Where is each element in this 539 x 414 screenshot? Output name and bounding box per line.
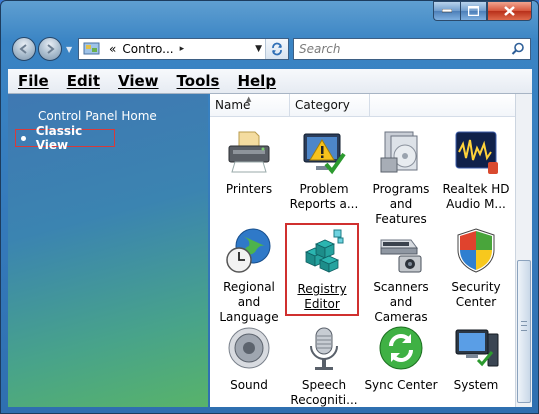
item-registry-editor[interactable]: Registry Editor [285, 223, 359, 316]
arrow-left-icon [19, 44, 27, 54]
column-category[interactable]: Category [290, 94, 370, 116]
items-view: ▲ Name Category Printers Problem Reports… [210, 94, 515, 407]
item-printers[interactable]: Printers [212, 128, 286, 197]
search-box[interactable]: Search [293, 38, 531, 60]
programs-features-icon [380, 131, 418, 173]
close-button[interactable] [487, 1, 532, 21]
column-header: ▲ Name Category [210, 94, 515, 117]
menu-view[interactable]: View [118, 72, 159, 90]
address-dropdown-arrow[interactable]: ▼ [255, 44, 262, 54]
sort-ascending-icon: ▲ [246, 95, 252, 103]
item-label: Printers [225, 182, 273, 196]
address-bar[interactable]: « Contro... ▸ ▼ [78, 38, 289, 60]
item-label: System [453, 378, 499, 392]
item-label: Problem Reports a... [289, 182, 359, 211]
item-system[interactable]: System [439, 324, 513, 393]
grip-icon [521, 321, 527, 331]
item-scanners-cameras[interactable]: Scanners and Cameras [364, 226, 438, 325]
menu-tools[interactable]: Tools [177, 72, 220, 90]
item-regional-language[interactable]: Regional and Language ... [212, 226, 286, 340]
maximize-button[interactable] [460, 1, 487, 21]
menu-help[interactable]: Help [237, 72, 276, 90]
search-icon [511, 42, 524, 55]
maximize-icon [468, 6, 479, 16]
recent-pages-arrow-icon[interactable]: ▼ [66, 45, 72, 54]
menu-edit[interactable]: Edit [67, 72, 100, 90]
globe-clock-icon [226, 228, 271, 273]
bullet-icon [21, 135, 26, 141]
item-problem-reports[interactable]: Problem Reports a... [287, 128, 361, 212]
item-security-center[interactable]: Security Center [439, 226, 513, 310]
problem-reports-icon [303, 133, 346, 175]
close-icon [504, 6, 515, 16]
arrow-right-icon [47, 44, 55, 54]
address-separator-arrow[interactable]: ▸ [180, 44, 185, 54]
item-label: Sync Center [364, 378, 438, 392]
minimize-icon [442, 9, 452, 13]
scanner-camera-icon [380, 239, 422, 273]
navigation-bar: ▼ « Contro... ▸ ▼ Search [1, 35, 538, 63]
refresh-button[interactable] [265, 39, 288, 59]
column-name[interactable]: ▲ Name [210, 94, 290, 116]
item-programs-features[interactable]: Programs and Features [364, 128, 438, 227]
item-label: Sound [230, 378, 268, 392]
vertical-scrollbar[interactable] [515, 94, 532, 407]
search-placeholder[interactable]: Search [299, 42, 341, 56]
printer-icon [228, 131, 270, 173]
explorer-window: ▼ « Contro... ▸ ▼ Search File Edit View … [0, 0, 539, 414]
caption-buttons [433, 1, 532, 21]
control-panel-home-link[interactable]: Control Panel Home [38, 109, 157, 123]
item-label: Speech Recogniti... [290, 378, 358, 407]
back-button[interactable] [12, 37, 36, 61]
task-pane: Control Panel Home Classic View [8, 94, 208, 407]
control-panel-icon [83, 42, 100, 55]
item-sound[interactable]: Sound [212, 324, 286, 393]
address-text[interactable]: Contro... [122, 42, 173, 56]
registry-editor-icon [305, 229, 344, 273]
address-chevron[interactable]: « [109, 42, 116, 56]
sync-icon [379, 326, 423, 370]
classic-view-label[interactable]: Classic View [36, 124, 114, 152]
microphone-icon [310, 327, 338, 370]
refresh-icon [272, 42, 282, 56]
item-realtek-audio[interactable]: Realtek HD Audio M... [439, 128, 513, 212]
scrollbar-thumb[interactable] [517, 260, 531, 403]
item-sync-center[interactable]: Sync Center [364, 324, 438, 393]
item-label: Registry Editor [297, 282, 347, 311]
item-label: Scanners and Cameras [373, 280, 429, 324]
item-label: Realtek HD Audio M... [442, 182, 510, 211]
classic-view-link[interactable]: Classic View [15, 124, 115, 152]
realtek-audio-icon [455, 131, 498, 174]
computer-icon [455, 329, 499, 367]
item-speech-recognition[interactable]: Speech Recogniti... [287, 324, 361, 407]
minimize-button[interactable] [433, 1, 460, 21]
search-button[interactable] [511, 42, 525, 59]
speaker-icon [228, 327, 270, 369]
item-label: Programs and Features [372, 182, 430, 226]
forward-button[interactable] [38, 37, 62, 61]
menu-file[interactable]: File [18, 72, 49, 90]
item-label: Security Center [451, 280, 501, 309]
shield-icon [457, 228, 495, 273]
menu-bar: File Edit View Tools Help [8, 69, 532, 94]
column-category-label: Category [295, 98, 350, 112]
